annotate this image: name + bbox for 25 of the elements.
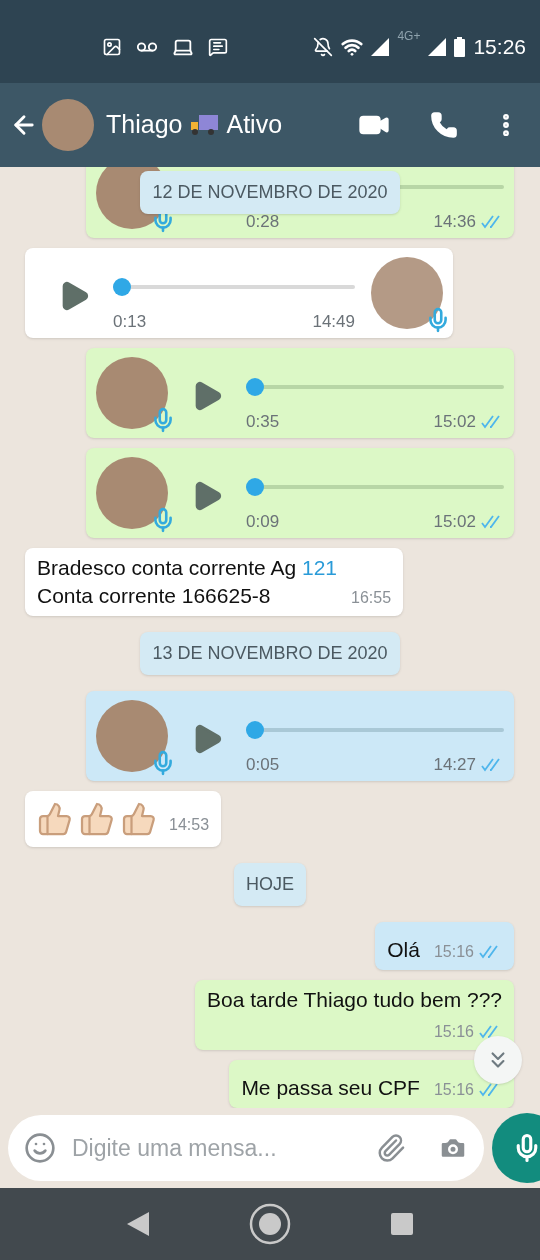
clock: 15:26 bbox=[473, 33, 526, 60]
message-time: 15:02 bbox=[433, 411, 476, 434]
contact-status: Ativo bbox=[226, 109, 283, 141]
message-time: 14:49 bbox=[312, 311, 355, 334]
message-time: 16:55 bbox=[351, 588, 392, 608]
message-text: Boa tarde Thiago tudo bem ??? bbox=[207, 987, 502, 1013]
message-text: Bradesco conta corrente Ag 121 Conta corrente 166625-8 bbox=[37, 555, 338, 609]
message-time: 14:36 bbox=[433, 211, 476, 234]
audio-duration: 0:13 bbox=[113, 311, 147, 334]
message-text: Me passa seu CPF bbox=[241, 1075, 420, 1101]
network-type: 4G+ bbox=[397, 27, 421, 45]
message-time: 15:16 bbox=[433, 942, 474, 962]
message-time: 14:27 bbox=[433, 754, 476, 777]
date-label: HOJE bbox=[234, 863, 306, 906]
floating-date-tooltip: 12 DE NOVEMBRO DE 2020 bbox=[140, 171, 400, 214]
message-time: 15:16 bbox=[433, 1080, 474, 1100]
audio-duration: 0:05 bbox=[246, 754, 280, 777]
date-label: 13 DE NOVEMBRO DE 2020 bbox=[140, 632, 400, 675]
audio-duration: 0:28 bbox=[246, 211, 280, 234]
message-time: 14:53 bbox=[169, 815, 210, 835]
message-text: Olá bbox=[387, 937, 420, 963]
audio-duration: 0:35 bbox=[246, 411, 280, 434]
audio-duration: 0:09 bbox=[246, 511, 280, 534]
message-time: 15:16 bbox=[433, 1022, 474, 1042]
message-time: 15:02 bbox=[433, 511, 476, 534]
